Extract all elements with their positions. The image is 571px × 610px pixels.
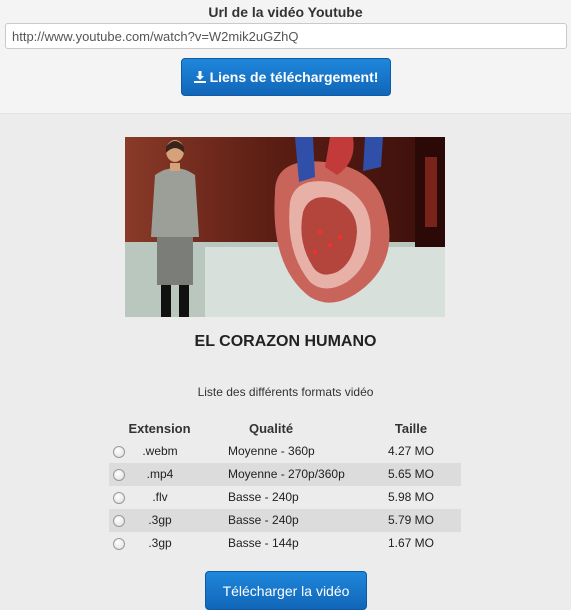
formats-table: Extension Qualité Taille .webm Moyenne -… bbox=[109, 417, 461, 555]
format-radio[interactable] bbox=[113, 446, 125, 458]
download-video-button[interactable]: Télécharger la vidéo bbox=[205, 571, 367, 610]
format-radio[interactable] bbox=[113, 515, 125, 527]
format-radio[interactable] bbox=[113, 538, 125, 550]
video-thumbnail[interactable] bbox=[125, 137, 445, 317]
url-form: Url de la vidéo Youtube Liens de télécha… bbox=[0, 0, 571, 114]
table-row[interactable]: .webm Moyenne - 360p 4.27 MO bbox=[109, 440, 461, 463]
table-row[interactable]: .3gp Basse - 144p 1.67 MO bbox=[109, 532, 461, 555]
format-radio[interactable] bbox=[113, 492, 125, 504]
format-size: 5.98 MO bbox=[387, 490, 435, 504]
format-extension: .3gp bbox=[148, 536, 172, 550]
download-icon bbox=[193, 71, 206, 83]
format-quality: Moyenne - 270p/360p bbox=[228, 467, 345, 481]
header-quality: Qualité bbox=[249, 421, 294, 436]
format-quality: Moyenne - 360p bbox=[228, 444, 315, 458]
format-quality: Basse - 240p bbox=[228, 513, 299, 527]
header-size: Taille bbox=[394, 421, 428, 436]
table-row[interactable]: .flv Basse - 240p 5.98 MO bbox=[109, 486, 461, 509]
url-input[interactable] bbox=[5, 23, 567, 49]
format-radio[interactable] bbox=[113, 469, 125, 481]
format-size: 4.27 MO bbox=[387, 444, 435, 458]
format-size: 5.65 MO bbox=[387, 467, 435, 481]
video-thumbnail-image bbox=[125, 137, 445, 317]
format-extension: .webm bbox=[142, 444, 178, 458]
table-row[interactable]: .mp4 Moyenne - 270p/360p 5.65 MO bbox=[109, 463, 461, 486]
table-header: Extension Qualité Taille bbox=[109, 417, 461, 440]
format-quality: Basse - 144p bbox=[228, 536, 299, 550]
format-quality: Basse - 240p bbox=[228, 490, 299, 504]
format-extension: .3gp bbox=[148, 513, 172, 527]
download-links-label: Liens de téléchargement! bbox=[209, 69, 379, 85]
format-size: 5.79 MO bbox=[387, 513, 435, 527]
video-title: EL CORAZON HUMANO bbox=[194, 333, 377, 350]
url-label: Url de la vidéo Youtube bbox=[208, 4, 363, 20]
format-extension: .mp4 bbox=[146, 467, 174, 481]
formats-caption: Liste des différents formats vidéo bbox=[197, 385, 374, 399]
format-extension: .flv bbox=[152, 490, 168, 504]
header-extension: Extension bbox=[128, 421, 191, 436]
format-size: 1.67 MO bbox=[387, 536, 435, 550]
table-row[interactable]: .3gp Basse - 240p 5.79 MO bbox=[109, 509, 461, 532]
download-links-button[interactable]: Liens de téléchargement! bbox=[181, 58, 391, 96]
